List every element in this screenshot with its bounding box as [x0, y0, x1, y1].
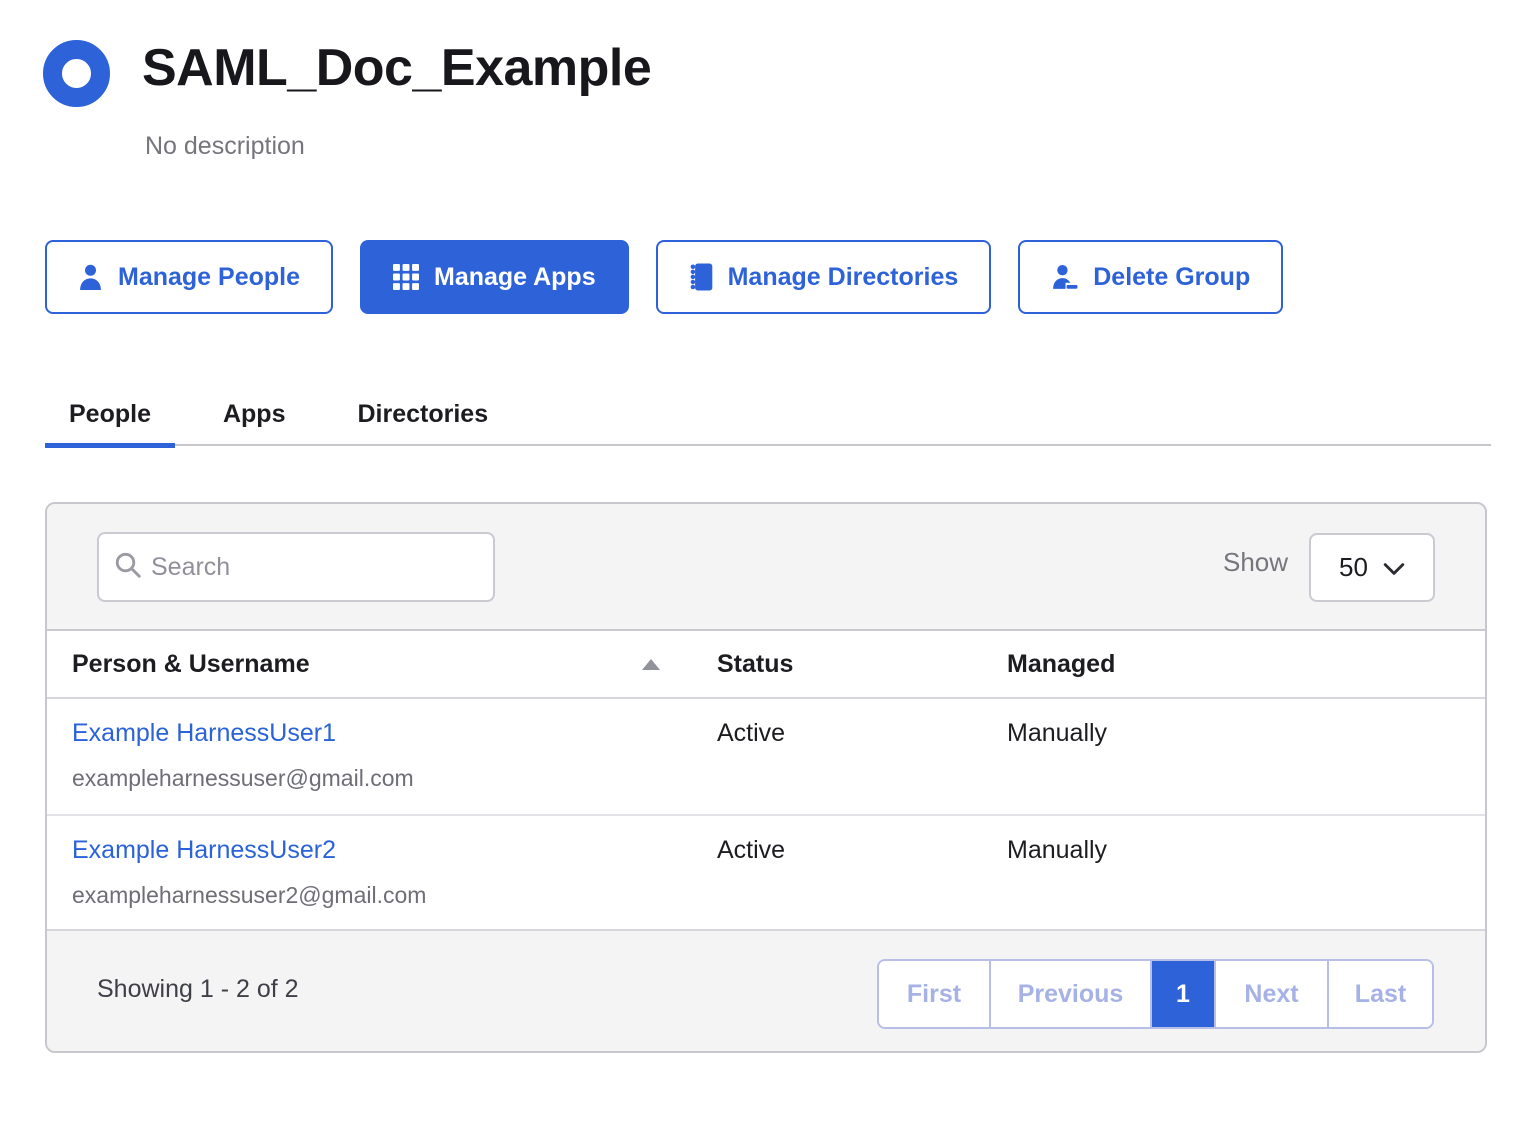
button-label: Manage People [118, 263, 300, 292]
sort-ascending-icon [642, 659, 660, 670]
pagination-first-button[interactable]: First [879, 961, 989, 1027]
column-header-status: Status [717, 650, 1007, 679]
table-header-row: Person & Username Status Managed [47, 629, 1485, 699]
tab-apps[interactable]: Apps [199, 388, 310, 448]
page-size-select[interactable]: 50 [1309, 533, 1435, 602]
person-username: exampleharnessuser@gmail.com [72, 765, 717, 792]
person-username: exampleharnessuser2@gmail.com [72, 882, 717, 909]
table-row: Example HarnessUser2 exampleharnessuser2… [47, 814, 1485, 929]
person-link[interactable]: Example HarnessUser2 [72, 836, 336, 865]
table-row: Example HarnessUser1 exampleharnessuser@… [47, 699, 1485, 814]
pagination-last-button[interactable]: Last [1327, 961, 1432, 1027]
button-label: Manage Apps [434, 263, 596, 292]
page-size-value: 50 [1339, 552, 1368, 583]
table-footer: Showing 1 - 2 of 2 First Previous 1 Next… [47, 929, 1485, 1052]
status-cell: Active [717, 836, 1007, 929]
pagination: First Previous 1 Next Last [877, 959, 1434, 1029]
pagination-page-1-button[interactable]: 1 [1150, 961, 1214, 1027]
search-input[interactable] [151, 553, 479, 582]
status-cell: Active [717, 719, 1007, 814]
directory-icon [689, 263, 713, 291]
page-title: SAML_Doc_Example [142, 38, 651, 98]
tab-directories[interactable]: Directories [333, 388, 512, 448]
tab-label: Apps [223, 400, 286, 428]
chevron-down-icon [1383, 552, 1405, 583]
table-toolbar: Show 50 [47, 504, 1485, 629]
group-icon [43, 40, 110, 107]
managed-cell: Manually [1007, 719, 1485, 814]
results-summary: Showing 1 - 2 of 2 [97, 975, 299, 1004]
manage-directories-button[interactable]: Manage Directories [656, 240, 992, 314]
tab-label: People [69, 400, 151, 428]
search-box[interactable] [97, 532, 495, 602]
pagination-previous-button[interactable]: Previous [989, 961, 1150, 1027]
person-link[interactable]: Example HarnessUser1 [72, 719, 336, 748]
managed-cell: Manually [1007, 836, 1485, 929]
manage-apps-button[interactable]: Manage Apps [360, 240, 629, 314]
people-table-panel: Show 50 Person & Username Status Managed… [45, 502, 1487, 1053]
remove-user-icon [1051, 264, 1078, 291]
button-label: Delete Group [1093, 263, 1250, 292]
tab-label: Directories [357, 400, 488, 428]
group-description: No description [145, 132, 305, 161]
button-label: Manage Directories [728, 263, 959, 292]
delete-group-button[interactable]: Delete Group [1018, 240, 1283, 314]
manage-people-button[interactable]: Manage People [45, 240, 333, 314]
group-tabs: People Apps Directories [45, 388, 1491, 448]
column-header-managed: Managed [1007, 650, 1485, 679]
grid-icon [393, 264, 419, 290]
pagination-next-button[interactable]: Next [1214, 961, 1327, 1027]
tab-people[interactable]: People [45, 388, 175, 448]
group-actions: Manage People Manage Apps Manage Directo… [45, 240, 1283, 314]
search-icon [113, 550, 143, 585]
column-header-person[interactable]: Person & Username [47, 650, 717, 679]
show-label: Show [1223, 547, 1288, 578]
person-icon [78, 264, 103, 291]
